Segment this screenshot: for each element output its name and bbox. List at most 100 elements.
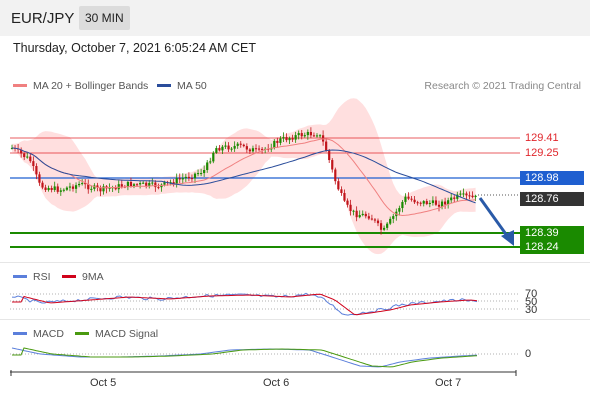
candle-body [276, 140, 279, 143]
candle-body [367, 216, 370, 219]
candle-body [453, 197, 456, 199]
candle-body [383, 227, 386, 230]
legend-rsi: RSI [13, 271, 51, 283]
candle-body [209, 161, 212, 163]
candle-body [50, 188, 53, 190]
candle-body [346, 200, 349, 205]
legend-macd-signal-label: MACD Signal [95, 328, 159, 340]
candle-body [425, 201, 428, 205]
candle-body [74, 185, 78, 189]
candle-body [419, 202, 422, 204]
candle-body [254, 148, 258, 150]
candle-body [23, 153, 26, 158]
level-label-r1: 129.25 [525, 147, 559, 159]
candle-body [203, 170, 206, 174]
candle-body [398, 208, 401, 212]
candle-body [407, 196, 410, 199]
candle-body [71, 186, 75, 189]
candle-body [90, 188, 93, 190]
macd-swatch [13, 331, 27, 335]
candle-body [318, 135, 322, 137]
candle-body [328, 150, 331, 161]
candle-body [434, 200, 438, 205]
candle-body [193, 173, 197, 179]
candle-body [444, 201, 447, 205]
level-label-r2: 129.41 [525, 132, 559, 144]
candle-body [239, 143, 242, 145]
candle-body [358, 215, 361, 218]
candle-body [145, 182, 148, 186]
forecast-arrow [478, 197, 510, 238]
candle-body [331, 160, 334, 170]
candle-body [142, 182, 145, 184]
candle-body [352, 210, 355, 212]
candle-body [389, 218, 392, 224]
candle-body [218, 148, 221, 151]
candle-body [29, 156, 32, 162]
last-price-label: 128.76 [520, 192, 584, 206]
legend-macd-label: MACD [33, 328, 64, 340]
candle-body [386, 223, 389, 228]
candle-body [215, 148, 218, 153]
candle-body [206, 162, 209, 171]
legend-macd-signal: MACD Signal [75, 328, 158, 340]
candle-body [309, 131, 312, 136]
candle-body [32, 161, 35, 167]
rsi-ma-line [12, 293, 478, 316]
candle-body [340, 189, 343, 194]
candle-body [422, 201, 425, 204]
candle-body [139, 183, 142, 185]
candle-body [428, 202, 431, 205]
candle-body [120, 184, 123, 187]
candle-body [370, 218, 373, 220]
candle-body [221, 146, 224, 151]
candle-body [248, 149, 251, 152]
candle-body [224, 145, 227, 147]
candle-body [462, 193, 465, 195]
candle-body [334, 169, 337, 182]
candle-body [379, 223, 383, 230]
level-label-s1: 128.39 [520, 226, 584, 240]
candle-body [349, 204, 352, 212]
separator-price-rsi [0, 262, 590, 263]
candle-body [236, 143, 239, 146]
candle-body [291, 138, 294, 140]
legend-macd: MACD [13, 328, 64, 340]
candle-body [78, 183, 81, 186]
candle-body [242, 144, 245, 147]
candle-body [315, 135, 319, 137]
x-label-oct5: Oct 5 [90, 377, 117, 389]
candle-body [251, 148, 255, 152]
candle-body [47, 188, 50, 191]
candle-body [355, 210, 358, 218]
candle-body [148, 182, 151, 186]
candle-body [245, 146, 248, 150]
candle-body [230, 148, 233, 150]
candle-body [431, 200, 434, 203]
candle-body [325, 141, 328, 151]
legend-rsi-ma: 9MA [62, 271, 104, 283]
candle-body [135, 184, 139, 186]
candle-body [300, 133, 303, 137]
candle-body [117, 184, 120, 190]
candle-body [294, 135, 297, 140]
candle-body [450, 197, 453, 201]
candle-body [279, 138, 282, 143]
candle-body [178, 178, 181, 180]
candle-body [404, 196, 407, 202]
candle-body [468, 195, 471, 197]
candle-body [474, 195, 477, 198]
candle-body [306, 131, 309, 136]
candle-body [233, 145, 236, 149]
candle-body [68, 186, 72, 188]
candle-body [401, 201, 404, 209]
candle-body [288, 138, 291, 141]
candle-body [184, 176, 187, 179]
candle-body [212, 152, 215, 162]
candle-body [261, 148, 264, 150]
level-label-s2: 128.24 [520, 240, 584, 254]
price-chart [10, 98, 520, 376]
candle-body [282, 137, 285, 139]
candle-body [81, 183, 84, 185]
candle-body [273, 140, 276, 148]
